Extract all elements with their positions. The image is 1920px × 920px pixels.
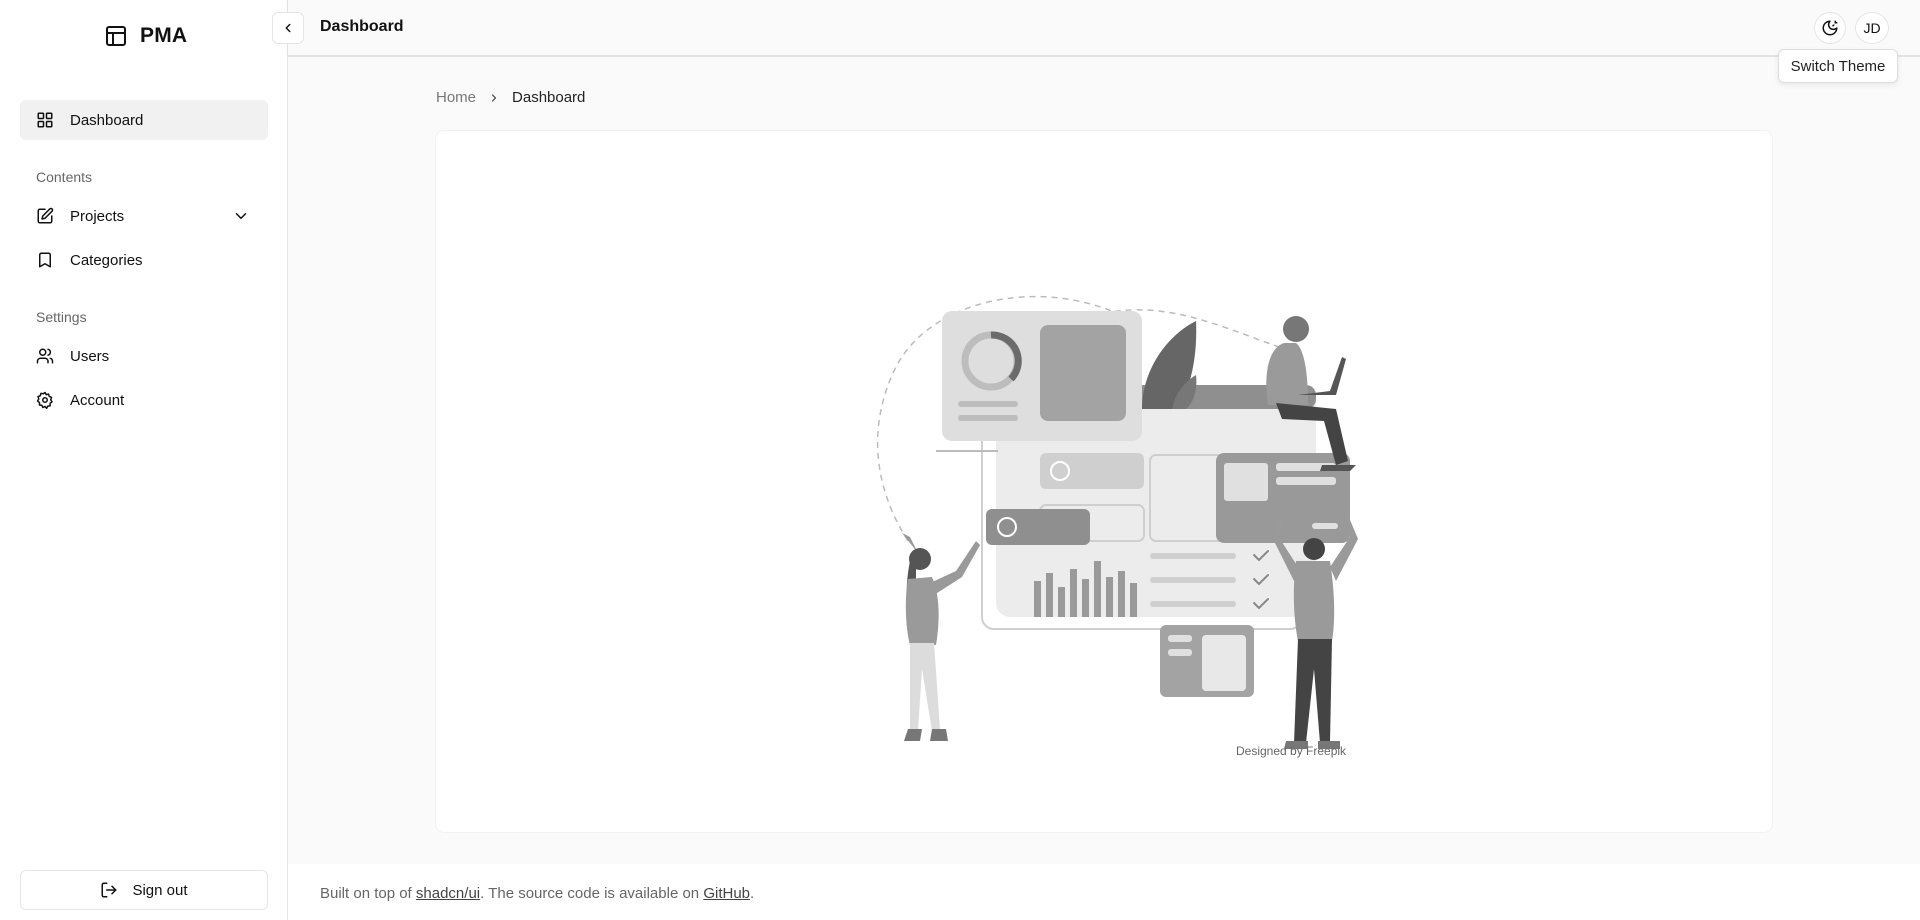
- illustration-credit: Designed by Freepik: [1236, 744, 1347, 758]
- sidebar-item-label: Users: [70, 347, 110, 365]
- layout-grid-icon: [37, 112, 53, 128]
- panels-layout-icon: [106, 26, 126, 46]
- chevron-down-icon[interactable]: [232, 207, 250, 225]
- sign-out-label: Sign out: [132, 881, 188, 899]
- sidebar-item-label: Categories: [70, 251, 143, 269]
- github-link[interactable]: GitHub: [703, 885, 750, 902]
- chevron-left-icon: [285, 23, 291, 33]
- sidebar-item-users[interactable]: Users: [20, 336, 268, 376]
- brand[interactable]: PMA: [104, 22, 187, 50]
- page-title: Dashboard: [320, 18, 404, 35]
- footer-prefix: Built on top of: [320, 885, 416, 902]
- bookmark-icon: [39, 252, 51, 268]
- sidebar-item-label: Account: [70, 391, 125, 409]
- log-out-icon: [101, 882, 117, 898]
- section-label-settings: Settings: [36, 309, 87, 325]
- sidebar: PMA Dashboard Contents Projects Categori…: [0, 0, 288, 920]
- sidebar-item-label: Projects: [70, 207, 125, 225]
- main-content: Home Dashboard Designed by Freepik: [288, 57, 1920, 864]
- switch-theme-button[interactable]: [1814, 12, 1846, 44]
- breadcrumb-home-link[interactable]: Home: [436, 89, 476, 106]
- gear-icon: [36, 391, 53, 409]
- top-header: Dashboard JD: [288, 0, 1920, 57]
- dashboard-illustration: [876, 295, 1358, 749]
- sidebar-item-dashboard[interactable]: Dashboard: [20, 100, 268, 140]
- sidebar-item-label: Dashboard: [70, 111, 144, 129]
- footer: Built on top of shadcn/ui. The source co…: [288, 864, 1920, 920]
- footer-middle: . The source code is available on: [480, 885, 704, 902]
- switch-theme-tooltip: Switch Theme: [1778, 49, 1898, 83]
- footer-text: Built on top of shadcn/ui. The source co…: [320, 885, 754, 902]
- app-name: PMA: [140, 24, 188, 47]
- collapse-sidebar-button[interactable]: [272, 12, 304, 44]
- dashboard-card: Designed by Freepik: [436, 131, 1772, 832]
- breadcrumb: Home Dashboard: [436, 89, 585, 106]
- sidebar-item-projects[interactable]: Projects: [20, 196, 268, 236]
- chevron-right-icon: [491, 93, 497, 102]
- user-avatar[interactable]: JD: [1855, 12, 1889, 44]
- shadcn-link[interactable]: shadcn/ui: [416, 885, 480, 902]
- breadcrumb-current: Dashboard: [512, 89, 586, 106]
- section-label-contents: Contents: [36, 169, 93, 185]
- edit-icon: [37, 207, 54, 224]
- users-icon: [36, 348, 54, 364]
- sign-out-button[interactable]: Sign out: [20, 870, 268, 910]
- sidebar-item-account[interactable]: Account: [20, 380, 268, 420]
- footer-suffix: .: [750, 885, 755, 902]
- sidebar-item-categories[interactable]: Categories: [20, 240, 268, 280]
- moon-sun-icon: [1822, 20, 1838, 36]
